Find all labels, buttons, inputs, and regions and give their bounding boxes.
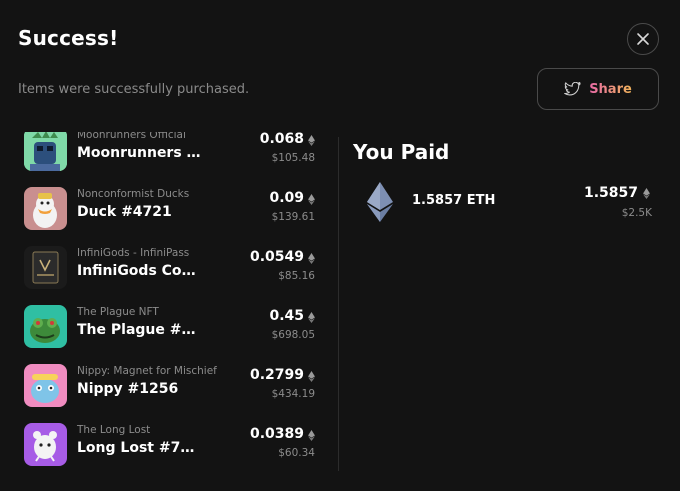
- eth-icon: [643, 188, 650, 199]
- nft-thumbnail: [24, 187, 67, 230]
- item-collection: Moonrunners Official: [77, 132, 186, 141]
- eth-icon: [308, 430, 315, 441]
- item-usd: $139.61: [271, 211, 315, 223]
- item-collection: Nonconformist Ducks: [77, 188, 190, 200]
- item-usd: $698.05: [271, 329, 315, 341]
- list-item[interactable]: Nonconformist Ducks Duck #4721 0.09 $139…: [0, 187, 338, 246]
- item-usd: $434.19: [271, 388, 315, 400]
- payment-summary-row: 1.5857 ETH 1.5857 $2.5K: [340, 180, 680, 230]
- item-name: Long Lost #7054: [77, 440, 202, 456]
- purchased-items-list[interactable]: Moonrunners Official Moonrunners #... 0.…: [0, 132, 338, 472]
- eth-icon: [308, 194, 315, 205]
- item-price: 0.0549: [249, 249, 304, 265]
- eth-icon: [308, 135, 315, 146]
- share-button[interactable]: Share: [537, 68, 659, 110]
- item-usd: $60.34: [278, 447, 315, 459]
- item-price: 0.09: [269, 190, 304, 206]
- item-name: Nippy #1256: [77, 381, 179, 397]
- list-item[interactable]: Nippy: Magnet for Mischief Nippy #1256 0…: [0, 364, 338, 423]
- paid-amount-label: 1.5857 ETH: [412, 193, 496, 208]
- item-name: InfiniGods Com...: [77, 263, 202, 279]
- eth-icon: [308, 312, 315, 323]
- panel-divider: [338, 137, 339, 471]
- nft-thumbnail: [24, 364, 67, 407]
- eth-icon: [308, 253, 315, 264]
- item-name: Duck #4721: [77, 204, 172, 220]
- item-collection: The Long Lost: [77, 424, 151, 436]
- list-item[interactable]: Moonrunners Official Moonrunners #... 0.…: [0, 132, 338, 187]
- paid-usd: $2.5K: [621, 207, 652, 219]
- nft-thumbnail: [24, 305, 67, 348]
- eth-icon: [308, 371, 315, 382]
- nft-thumbnail: [24, 423, 67, 466]
- list-item[interactable]: The Plague NFT The Plague #1439 0.45 $69…: [0, 305, 338, 364]
- item-collection: The Plague NFT: [77, 306, 159, 318]
- item-usd: $85.16: [278, 270, 315, 282]
- item-collection: Nippy: Magnet for Mischief: [77, 365, 217, 377]
- list-item[interactable]: InfiniGods - InfiniPass InfiniGods Com..…: [0, 246, 338, 305]
- item-price: 0.2799: [249, 367, 304, 383]
- item-price: 0.45: [269, 308, 304, 324]
- ethereum-logo-icon: [367, 182, 393, 222]
- paid-value: 1.5857: [583, 185, 638, 201]
- item-name: The Plague #1439: [77, 322, 202, 338]
- close-icon: [637, 33, 649, 45]
- you-paid-title: You Paid: [353, 140, 450, 164]
- item-collection: InfiniGods - InfiniPass: [77, 247, 190, 259]
- item-price: 0.068: [259, 132, 304, 147]
- list-item[interactable]: The Long Lost Long Lost #7054 0.0389 $60…: [0, 423, 338, 472]
- item-name: Moonrunners #...: [77, 145, 202, 161]
- twitter-bird-icon: [564, 82, 581, 96]
- nft-thumbnail: [24, 132, 67, 171]
- close-button[interactable]: [627, 23, 659, 55]
- modal-subtitle: Items were successfully purchased.: [18, 82, 250, 97]
- share-label: Share: [589, 81, 632, 97]
- item-usd: $105.48: [271, 152, 315, 164]
- nft-thumbnail: [24, 246, 67, 289]
- item-price: 0.0389: [249, 426, 304, 442]
- purchase-success-modal: Success! Items were successfully purchas…: [0, 0, 680, 491]
- modal-title: Success!: [18, 26, 119, 50]
